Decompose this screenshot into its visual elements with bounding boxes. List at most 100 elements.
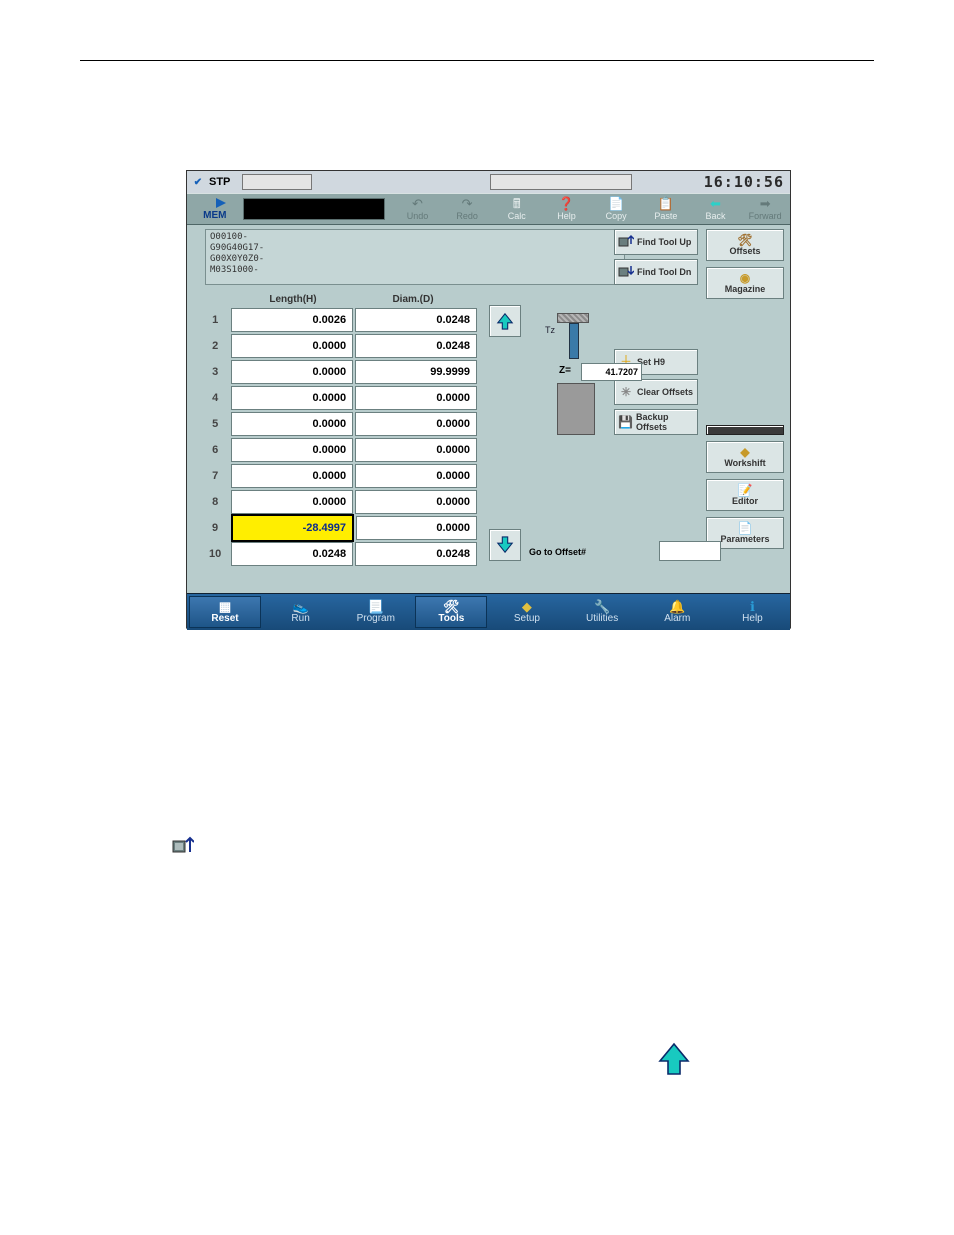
length-cell[interactable]: 0.0000 bbox=[231, 334, 353, 358]
row-number: 4 bbox=[199, 392, 231, 404]
copy-icon: 📄 bbox=[608, 198, 624, 210]
z-label: Z= bbox=[559, 365, 571, 376]
goto-offset-label: Go to Offset# bbox=[529, 547, 586, 557]
forward-button[interactable]: ➡Forward bbox=[740, 194, 790, 224]
row-number: 5 bbox=[199, 418, 231, 430]
arrow-right-icon bbox=[204, 198, 226, 208]
row-number: 1 bbox=[199, 314, 231, 326]
diam-cell[interactable]: 0.0000 bbox=[355, 464, 477, 488]
row-number: 3 bbox=[199, 366, 231, 378]
tools-icon: 🛠 bbox=[443, 600, 460, 613]
row-number: 2 bbox=[199, 340, 231, 352]
back-icon: ⬅ bbox=[710, 198, 721, 210]
col-length: Length(H) bbox=[233, 294, 353, 305]
diam-cell[interactable]: 0.0000 bbox=[355, 438, 477, 462]
row-number: 9 bbox=[199, 522, 231, 534]
forward-icon: ➡ bbox=[760, 198, 771, 210]
diam-cell[interactable]: 0.0000 bbox=[356, 516, 477, 540]
mode-label: MEM bbox=[203, 210, 226, 221]
workshift-icon: ◆ bbox=[740, 446, 749, 458]
right-nav-column: 🛠Offsets ◉Magazine ◆Workshift 📝Editor 📄P… bbox=[706, 229, 784, 555]
offset-table: Length(H) Diam.(D) 10.00260.024820.00000… bbox=[199, 287, 479, 567]
back-button[interactable]: ⬅Back bbox=[691, 194, 741, 224]
utilities-button[interactable]: 🔧Utilities bbox=[565, 594, 640, 630]
find-tool-dn-icon bbox=[618, 264, 634, 280]
scroll-down-button[interactable] bbox=[489, 529, 521, 561]
run-icon: 👟 bbox=[292, 600, 308, 613]
offsets-tab[interactable]: 🛠Offsets bbox=[706, 229, 784, 261]
command-input[interactable] bbox=[243, 198, 385, 220]
z-value: 41.7207 bbox=[581, 363, 642, 381]
mode-mem[interactable]: MEM bbox=[187, 194, 243, 224]
length-cell[interactable]: 0.0000 bbox=[231, 412, 353, 436]
table-header: Length(H) Diam.(D) bbox=[199, 287, 479, 307]
setup-icon: ◆ bbox=[522, 600, 532, 613]
help-button[interactable]: ❓Help bbox=[542, 194, 592, 224]
length-cell[interactable]: 0.0248 bbox=[231, 542, 353, 566]
row-number: 8 bbox=[199, 496, 231, 508]
magazine-tab[interactable]: ◉Magazine bbox=[706, 267, 784, 299]
length-cell[interactable]: 0.0026 bbox=[231, 308, 353, 332]
program-button[interactable]: 📃Program bbox=[338, 594, 413, 630]
status-text: STP bbox=[209, 176, 230, 188]
calc-button[interactable]: 🖩Calc bbox=[492, 194, 542, 224]
setup-button[interactable]: ◆Setup bbox=[489, 594, 564, 630]
status-well-2 bbox=[490, 174, 632, 190]
length-cell[interactable]: 0.0000 bbox=[231, 490, 353, 514]
table-row: 60.00000.0000 bbox=[199, 437, 479, 463]
diam-cell[interactable]: 0.0000 bbox=[355, 386, 477, 410]
up-arrow-inline-icon bbox=[656, 1041, 692, 1077]
help-nav-button[interactable]: ℹHelp bbox=[715, 594, 790, 630]
reset-icon: ▦ bbox=[219, 600, 231, 613]
diam-cell[interactable]: 99.9999 bbox=[355, 360, 477, 384]
diam-cell[interactable]: 0.0000 bbox=[355, 412, 477, 436]
status-well-1 bbox=[242, 174, 312, 190]
run-button[interactable]: 👟Run bbox=[263, 594, 338, 630]
length-cell[interactable]: 0.0000 bbox=[231, 386, 353, 410]
main-content: O00100- G90G40G17- G00X0Y0Z0- M03S1000- … bbox=[187, 225, 790, 593]
find-tool-dn-button[interactable]: Find Tool Dn bbox=[614, 259, 698, 285]
find-tool-up-button[interactable]: Find Tool Up bbox=[614, 229, 698, 255]
spindle-icon bbox=[557, 313, 589, 323]
paste-button[interactable]: 📋Paste bbox=[641, 194, 691, 224]
table-row: 10.00260.0248 bbox=[199, 307, 479, 333]
undo-icon: ↶ bbox=[412, 198, 423, 210]
scroll-up-button[interactable] bbox=[489, 305, 521, 337]
table-row: 30.000099.9999 bbox=[199, 359, 479, 385]
redo-icon: ↷ bbox=[462, 198, 473, 210]
titlebar: ✔ STP 16:10:56 bbox=[187, 171, 790, 193]
length-cell[interactable]: -28.4997 bbox=[231, 514, 354, 542]
length-cell[interactable]: 0.0000 bbox=[231, 360, 353, 384]
undo-button[interactable]: ↶Undo bbox=[393, 194, 443, 224]
goto-offset-input[interactable] bbox=[659, 541, 721, 561]
paste-icon: 📋 bbox=[658, 198, 674, 210]
diam-cell[interactable]: 0.0248 bbox=[355, 334, 477, 358]
diam-cell[interactable]: 0.0000 bbox=[355, 490, 477, 514]
tools-button[interactable]: 🛠Tools bbox=[415, 596, 487, 628]
length-cell[interactable]: 0.0000 bbox=[231, 464, 353, 488]
bottombar: ▦Reset 👟Run 📃Program 🛠Tools ◆Setup 🔧Util… bbox=[187, 593, 790, 630]
reset-button[interactable]: ▦Reset bbox=[189, 596, 261, 628]
row-number: 7 bbox=[199, 470, 231, 482]
help-icon: ❓ bbox=[558, 198, 574, 210]
row-number: 10 bbox=[199, 548, 231, 560]
table-row: 9-28.49970.0000 bbox=[199, 515, 479, 541]
code-line: M03S1000- bbox=[210, 265, 620, 276]
table-row: 50.00000.0000 bbox=[199, 411, 479, 437]
menubar: MEM ↶Undo ↷Redo 🖩Calc ❓Help 📄Copy 📋Paste… bbox=[187, 193, 790, 225]
parameters-icon: 📄 bbox=[738, 522, 753, 534]
clock: 16:10:56 bbox=[704, 173, 784, 191]
copy-button[interactable]: 📄Copy bbox=[591, 194, 641, 224]
command-field[interactable] bbox=[243, 194, 393, 224]
magazine-icon: ◉ bbox=[740, 272, 750, 284]
redo-button[interactable]: ↷Redo bbox=[442, 194, 492, 224]
editor-tab[interactable]: 📝Editor bbox=[706, 479, 784, 511]
tool-graphic-panel: Tz Z= 41.7207 Go to Offset# bbox=[483, 303, 633, 563]
code-line: O00100- bbox=[210, 232, 620, 243]
alarm-icon: 🔔 bbox=[669, 600, 685, 613]
length-cell[interactable]: 0.0000 bbox=[231, 438, 353, 462]
workshift-tab[interactable]: ◆Workshift bbox=[706, 441, 784, 473]
diam-cell[interactable]: 0.0248 bbox=[355, 542, 477, 566]
alarm-button[interactable]: 🔔Alarm bbox=[640, 594, 715, 630]
diam-cell[interactable]: 0.0248 bbox=[355, 308, 477, 332]
